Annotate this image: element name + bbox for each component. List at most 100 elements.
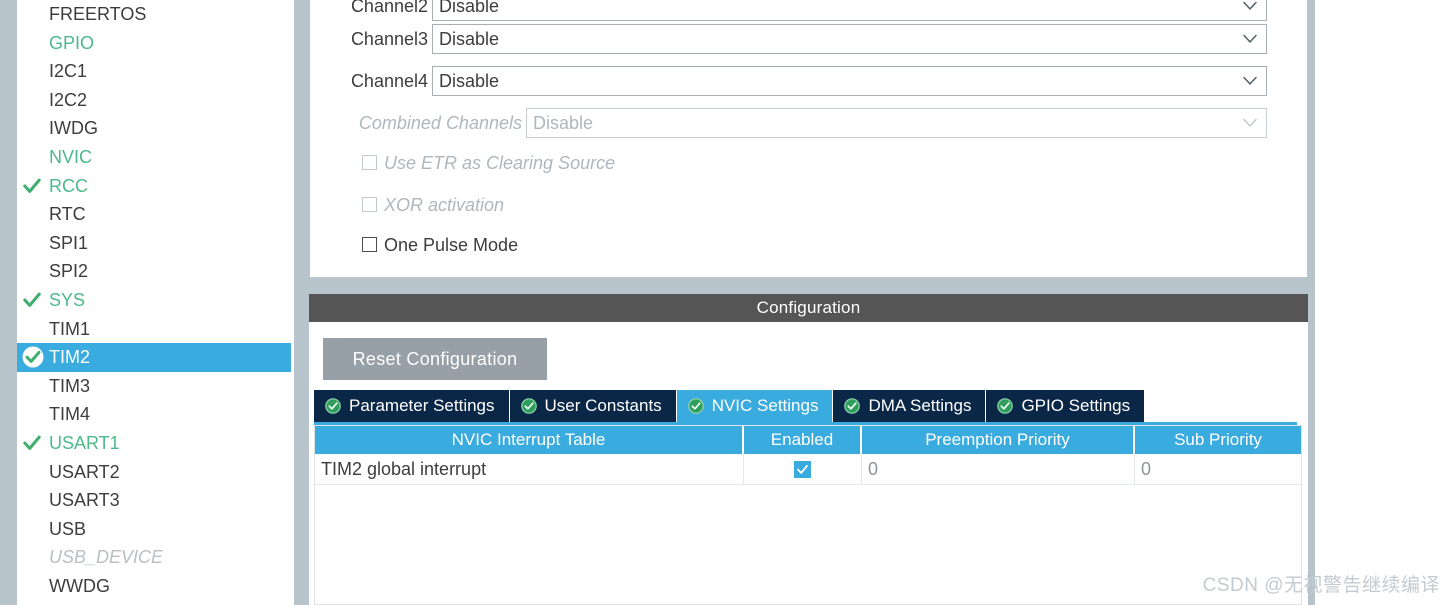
sidebar-item-usb[interactable]: USB [17, 515, 294, 544]
checkbox-use-etr-as-clearing-source [362, 155, 377, 170]
tab-label: GPIO Settings [1021, 396, 1131, 415]
checkbox-one-pulse-mode[interactable] [362, 237, 377, 252]
sidebar-item-sys[interactable]: SYS [17, 286, 294, 315]
combobox-combined-channels: Disable [526, 108, 1267, 138]
sidebar-item-wwdg[interactable]: WWDG [17, 572, 294, 601]
form-row-channel4: Channel4 Disable [310, 66, 1309, 96]
sidebar-item-tim3[interactable]: TIM3 [17, 372, 294, 401]
sidebar-item-tim2[interactable]: TIM2 [17, 343, 291, 372]
sidebar-item-label: USB [49, 518, 87, 539]
sidebar-item-label: USART1 [49, 432, 120, 453]
peripheral-tree-gutter: FREERTOS GPIO I2C1 I2C2 IWDG NVIC RCC RTC SPI1 SP… [0, 0, 300, 605]
sidebar-item-usart1[interactable]: USART1 [17, 429, 294, 458]
cell-interrupt-name: TIM2 global interrupt [315, 454, 744, 484]
tab-user-constants[interactable]: User Constants [509, 390, 677, 422]
sidebar-item-usart3[interactable]: USART3 [17, 486, 294, 515]
chevron-down-icon[interactable] [1243, 1, 1257, 11]
chevron-down-icon[interactable] [1243, 118, 1257, 128]
check-icon [23, 291, 41, 309]
sidebar-item-label: RCC [49, 175, 88, 196]
enabled-checkbox[interactable] [794, 460, 811, 478]
combobox-channel4[interactable]: Disable [432, 66, 1267, 96]
reset-configuration-button[interactable]: Reset Configuration [323, 338, 547, 380]
check-circle-icon [844, 398, 861, 414]
combobox-channel2[interactable]: Disable [432, 0, 1267, 21]
configuration-body: Reset Configuration Parameter Settings Us… [309, 322, 1308, 605]
sidebar-item-rtc[interactable]: RTC [17, 200, 294, 229]
form-row-channel2: Channel2 Disable [310, 0, 1309, 21]
sidebar-item-i2c1[interactable]: I2C1 [17, 57, 294, 86]
tab-dma-settings[interactable]: DMA Settings [833, 390, 987, 422]
chevron-down-icon[interactable] [1243, 76, 1257, 86]
check-icon [23, 434, 41, 452]
sidebar-item-label: RTC [49, 204, 86, 225]
sidebar-item-label: TIM3 [49, 375, 91, 396]
sidebar-item-rcc[interactable]: RCC [17, 172, 294, 201]
sidebar-item-tim4[interactable]: TIM4 [17, 400, 294, 429]
checkbox-label: XOR activation [384, 195, 505, 215]
sidebar-item-spi2[interactable]: SPI2 [17, 257, 294, 286]
sidebar-item-iwdg[interactable]: IWDG [17, 114, 294, 143]
check-circle-icon [520, 398, 537, 414]
table-row[interactable]: TIM2 global interrupt 0 0 [315, 454, 1301, 485]
sidebar-item-freertos[interactable]: FREERTOS [17, 0, 294, 29]
cell-preemption-priority[interactable]: 0 [862, 454, 1135, 484]
form-row-channel3: Channel3 Disable [310, 24, 1309, 54]
sidebar-item-tim1[interactable]: TIM1 [17, 315, 294, 344]
check-circle-icon [325, 398, 341, 414]
sidebar-item-nvic[interactable]: NVIC [17, 143, 294, 172]
sidebar-item-label: USART2 [49, 461, 120, 482]
sidebar-item-spi1[interactable]: SPI1 [17, 229, 294, 258]
tab-label: Parameter Settings [349, 396, 495, 415]
nvic-interrupt-table: NVIC Interrupt Table Enabled Preemption … [314, 425, 1302, 605]
label-combined-channels: Combined Channels [358, 113, 522, 133]
column-header-preemption-priority[interactable]: Preemption Priority [862, 426, 1135, 454]
checkbox-label: One Pulse Mode [384, 235, 519, 255]
check-circle-icon [687, 398, 704, 414]
combobox-value: Disable [439, 29, 500, 49]
configuration-area: Channel2 Disable Channel3 Disable Channel4 Di… [300, 0, 1454, 605]
sidebar-item-label: USB_DEVICE [49, 547, 164, 568]
sidebar-item-label: SPI2 [49, 261, 89, 282]
mode-parameters-panel: Channel2 Disable Channel3 Disable Channel4 Di… [309, 0, 1308, 278]
chevron-down-icon[interactable] [1243, 34, 1257, 44]
sidebar-item-label: IWDG [49, 118, 98, 139]
checkbox-row-use-etr-as-clearing-source: Use ETR as Clearing Source [310, 150, 1309, 176]
label-channel2: Channel2 [350, 0, 428, 16]
checkbox-row-one-pulse-mode: One Pulse Mode [310, 232, 1309, 258]
label-channel3: Channel3 [350, 29, 428, 49]
combobox-value: Disable [439, 71, 500, 91]
tab-label: User Constants [544, 396, 662, 415]
tab-nvic-settings[interactable]: NVIC Settings [676, 390, 834, 422]
tab-parameter-settings[interactable]: Parameter Settings [314, 390, 510, 422]
sidebar-item-label: SYS [49, 289, 86, 310]
sidebar-item-usart2[interactable]: USART2 [17, 458, 294, 487]
column-header-enabled[interactable]: Enabled [744, 426, 862, 454]
sidebar-item-label: I2C1 [49, 61, 88, 82]
sidebar-item-label: TIM2 [49, 347, 91, 368]
tab-label: DMA Settings [868, 396, 972, 415]
stm32cubemx-configuration-screen: FREERTOS GPIO I2C1 I2C2 IWDG NVIC RCC RTC SPI1 SP… [0, 0, 1454, 605]
sidebar-item-label: TIM4 [49, 404, 91, 425]
sidebar-item-i2c2[interactable]: I2C2 [17, 86, 294, 115]
configuration-section-title: Configuration [309, 294, 1308, 322]
checkbox-xor-activation [362, 197, 377, 212]
sidebar-item-label: WWDG [49, 575, 110, 596]
tab-gpio-settings[interactable]: GPIO Settings [986, 390, 1146, 422]
cell-enabled[interactable] [744, 454, 862, 484]
sidebar-item-label: TIM1 [49, 318, 91, 339]
sidebar-item-label: FREERTOS [49, 4, 147, 24]
combobox-value: Disable [533, 113, 594, 133]
table-header-row: NVIC Interrupt Table Enabled Preemption … [315, 426, 1301, 454]
column-header-sub-priority[interactable]: Sub Priority [1135, 426, 1301, 454]
configuration-tabstrip: Parameter Settings User Constants NVIC Set… [314, 390, 1146, 422]
sidebar-item-usb_device[interactable]: USB_DEVICE [17, 543, 294, 572]
sidebar-item-label: GPIO [49, 32, 95, 53]
combobox-value: Disable [439, 0, 500, 16]
combobox-channel3[interactable]: Disable [432, 24, 1267, 54]
column-header-nvic-interrupt-table[interactable]: NVIC Interrupt Table [315, 426, 744, 454]
tab-label: NVIC Settings [711, 396, 819, 415]
cell-sub-priority[interactable]: 0 [1135, 454, 1301, 484]
sidebar-item-gpio[interactable]: GPIO [17, 29, 294, 58]
csdn-watermark: CSDN @无视警告继续编译 [1202, 575, 1440, 596]
